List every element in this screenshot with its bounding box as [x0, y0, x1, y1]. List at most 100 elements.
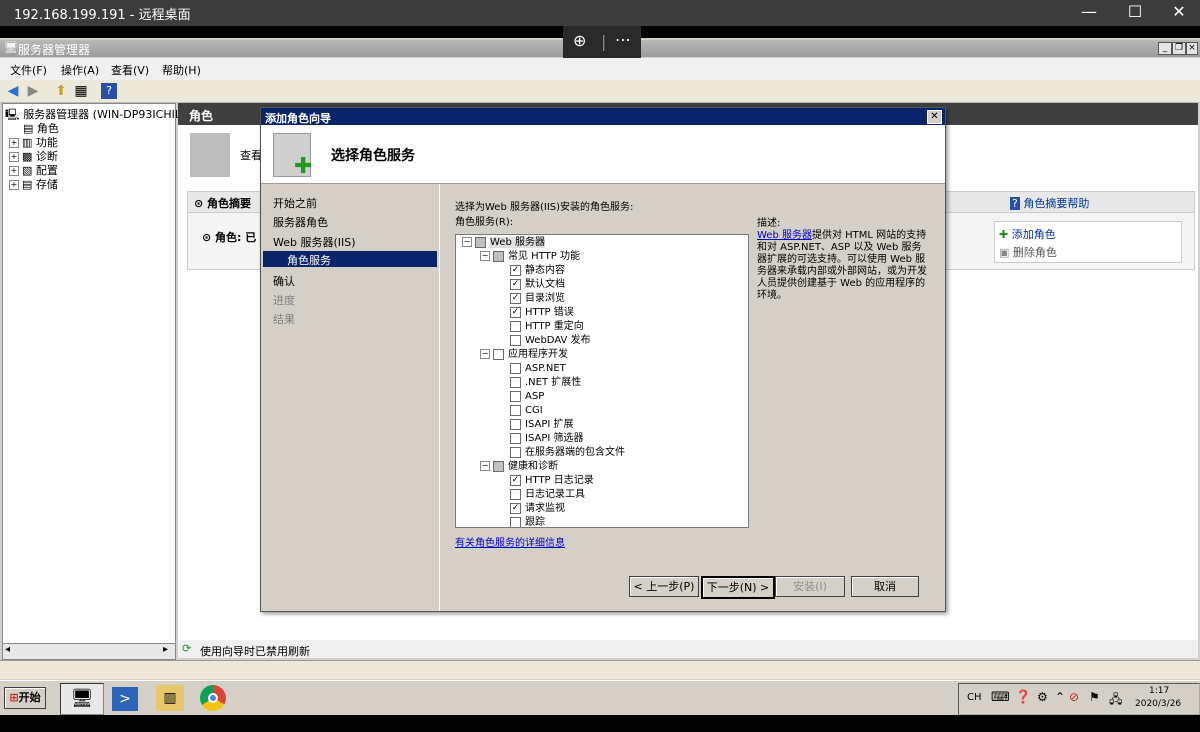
menu-help[interactable]: 帮助(H): [162, 62, 201, 78]
role-service-item[interactable]: ASP: [510, 390, 544, 404]
nav-role-services-selected[interactable]: 角色服务: [263, 251, 437, 267]
more-info-link[interactable]: 有关角色服务的详细信息: [455, 534, 565, 549]
role-checkbox[interactable]: [510, 390, 521, 402]
role-checkbox[interactable]: [493, 460, 504, 472]
summary-collapse[interactable]: ⊙ 角色摘要: [194, 195, 251, 211]
tree-item-roles[interactable]: ▤ 角色: [23, 120, 59, 135]
collapse-toggle-icon[interactable]: −: [462, 237, 472, 247]
role-service-item[interactable]: HTTP 重定向: [510, 320, 584, 334]
help-tray-icon[interactable]: ❓: [1015, 690, 1031, 705]
show-hide-tree-icon[interactable]: ▦: [73, 83, 89, 99]
role-checkbox[interactable]: [510, 446, 521, 458]
role-checkbox[interactable]: [510, 418, 521, 430]
powershell-icon[interactable]: >: [112, 687, 138, 711]
options-icon[interactable]: ⚙: [1037, 690, 1048, 704]
tree-horizontal-scrollbar[interactable]: ◂ ▸: [2, 643, 176, 660]
maximize-button[interactable]: ☐: [1112, 0, 1158, 26]
role-service-item[interactable]: ✓ 静态内容: [510, 264, 565, 278]
language-indicator[interactable]: CH: [967, 692, 982, 703]
role-service-item[interactable]: − Web 服务器: [462, 236, 545, 250]
role-checkbox[interactable]: ✓: [510, 292, 521, 304]
tree-root[interactable]: 🖳 服务器管理器 (WIN-DP93ICHILQ: [5, 106, 190, 121]
role-service-item[interactable]: − 应用程序开发: [480, 348, 568, 362]
role-service-item[interactable]: ✓ 请求监视: [510, 502, 565, 516]
menu-view[interactable]: 查看(V): [111, 62, 149, 78]
sm-restore-button[interactable]: ❐: [1172, 42, 1186, 55]
sm-minimize-button[interactable]: _: [1158, 42, 1172, 55]
menu-file[interactable]: 文件(F): [10, 62, 47, 78]
clock-date[interactable]: 2020/3/26: [1135, 699, 1181, 709]
collapse-toggle-icon[interactable]: −: [480, 251, 490, 261]
role-checkbox[interactable]: [493, 348, 504, 360]
role-checkbox[interactable]: [493, 250, 504, 262]
menu-action[interactable]: 操作(A): [61, 62, 99, 78]
role-service-item[interactable]: ✓ HTTP 错误: [510, 306, 574, 320]
role-checkbox[interactable]: [510, 320, 521, 332]
role-service-item[interactable]: ASP.NET: [510, 362, 566, 376]
nav-before-you-begin[interactable]: 开始之前: [273, 195, 317, 211]
tree-item-storage[interactable]: + ▤ 存储: [9, 176, 58, 191]
role-service-item[interactable]: − 健康和诊断: [480, 460, 558, 474]
role-checkbox[interactable]: ✓: [510, 278, 521, 290]
explorer-folder-icon[interactable]: ▥: [156, 685, 184, 711]
role-service-item[interactable]: ISAPI 筛选器: [510, 432, 583, 446]
nav-web-server[interactable]: Web 服务器(IIS): [273, 234, 356, 250]
tree-item-configuration[interactable]: + ▧ 配置: [9, 162, 58, 177]
security-alert-icon[interactable]: ⊘: [1069, 690, 1079, 704]
role-service-item[interactable]: ✓ 默认文档: [510, 278, 565, 292]
role-checkbox[interactable]: ✓: [510, 502, 521, 514]
role-service-item[interactable]: 日志记录工具: [510, 488, 585, 502]
cancel-button[interactable]: 取消: [851, 576, 919, 597]
clock-time[interactable]: 1:17: [1149, 686, 1169, 696]
start-button[interactable]: ⊞开始: [4, 687, 46, 709]
more-icon[interactable]: ⋯: [615, 30, 631, 49]
network-icon[interactable]: 🖧: [1109, 690, 1122, 711]
close-button[interactable]: ✕: [1156, 0, 1200, 26]
collapse-toggle-icon[interactable]: −: [480, 461, 490, 471]
tree-item-diagnostics[interactable]: + ▩ 诊断: [9, 148, 58, 163]
flag-icon[interactable]: ⚑: [1089, 690, 1100, 704]
role-checkbox[interactable]: [510, 376, 521, 388]
role-checkbox[interactable]: ✓: [510, 474, 521, 486]
sm-close-button[interactable]: ×: [1186, 42, 1198, 55]
role-checkbox[interactable]: ✓: [510, 306, 521, 318]
next-button[interactable]: 下一步(N) >: [701, 576, 775, 599]
up-folder-icon[interactable]: ⬆: [53, 83, 69, 99]
role-checkbox[interactable]: [510, 362, 521, 374]
role-service-item[interactable]: ✓ 目录浏览: [510, 292, 565, 306]
nav-confirmation[interactable]: 确认: [273, 273, 295, 289]
nav-server-roles[interactable]: 服务器角色: [273, 214, 328, 230]
scroll-right-icon[interactable]: ▸: [163, 644, 168, 655]
help-icon[interactable]: ?: [101, 83, 117, 99]
collapse-toggle-icon[interactable]: −: [480, 349, 490, 359]
role-checkbox[interactable]: ✓: [510, 264, 521, 276]
wizard-close-icon[interactable]: ✕: [927, 110, 942, 124]
role-service-item[interactable]: CGI: [510, 404, 543, 418]
role-service-item[interactable]: − 常见 HTTP 功能: [480, 250, 580, 264]
forward-icon[interactable]: ▶: [25, 83, 41, 99]
role-checkbox[interactable]: [475, 236, 486, 248]
role-service-item[interactable]: 在服务器端的包含文件: [510, 446, 625, 460]
back-icon[interactable]: ◀: [5, 83, 21, 99]
show-hidden-icons[interactable]: ⌃: [1055, 690, 1065, 704]
chrome-icon[interactable]: [200, 685, 226, 711]
role-checkbox[interactable]: [510, 432, 521, 444]
add-role-link[interactable]: ✚ 添加角色: [999, 226, 1056, 242]
role-service-item[interactable]: 跟踪: [510, 516, 545, 527]
description-link[interactable]: Web 服务器: [757, 230, 812, 241]
zoom-in-icon[interactable]: ⊕: [573, 31, 586, 50]
role-checkbox[interactable]: [510, 404, 521, 416]
role-checkbox[interactable]: [510, 488, 521, 500]
previous-button[interactable]: < 上一步(P): [629, 576, 699, 597]
summary-help-link[interactable]: ? 角色摘要帮助: [1010, 195, 1089, 211]
scroll-left-icon[interactable]: ◂: [5, 644, 10, 655]
server-manager-taskbar-icon[interactable]: 🖥: [60, 683, 104, 715]
remove-role-link[interactable]: ▣ 删除角色: [999, 244, 1057, 260]
role-service-item[interactable]: .NET 扩展性: [510, 376, 581, 390]
keyboard-icon[interactable]: ⌨: [991, 690, 1010, 705]
role-checkbox[interactable]: [510, 516, 521, 527]
role-services-list[interactable]: − Web 服务器 − 常见 HTTP 功能 ✓ 静态内容 ✓ 默认文档 ✓ 目录浏览 ✓ HTTP …: [455, 234, 749, 528]
tree-item-features[interactable]: + ▥ 功能: [9, 134, 58, 149]
role-service-item[interactable]: ISAPI 扩展: [510, 418, 573, 432]
role-checkbox[interactable]: [510, 334, 521, 346]
